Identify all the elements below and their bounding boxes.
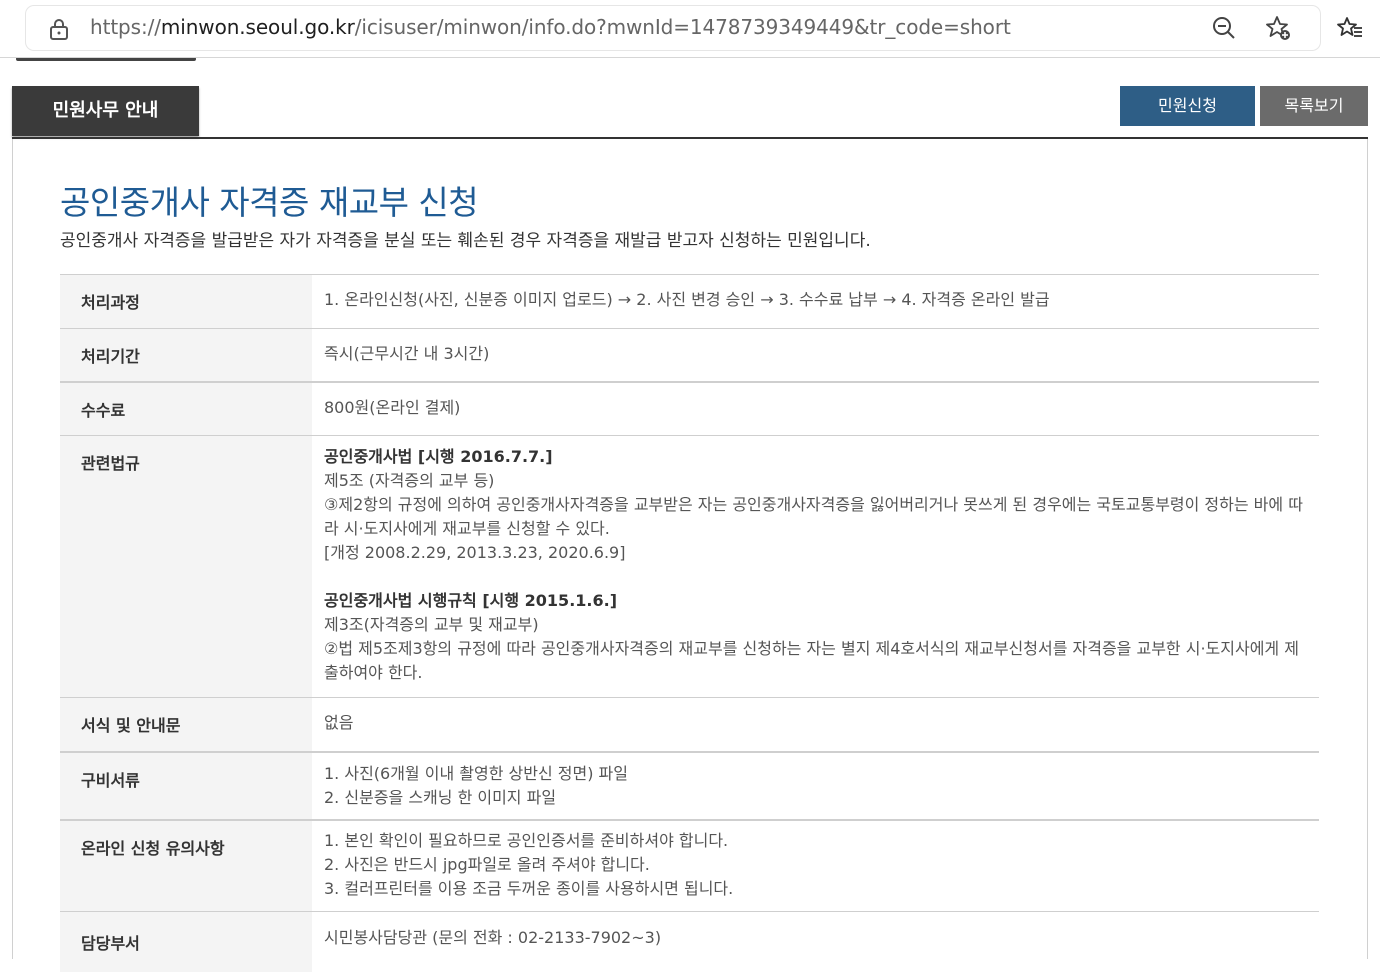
lock-icon — [50, 19, 68, 40]
url-text[interactable]: https://minwon.seoul.go.kr/icisuser/minw… — [90, 15, 1011, 39]
notes-item: 2. 사진은 반드시 jpg파일로 올려 주셔야 합니다. — [324, 855, 650, 874]
table-row: 처리기간 즉시(근무시간 내 3시간) — [60, 329, 1319, 383]
table-row: 처리과정 1. 온라인신청(사진, 신분증 이미지 업로드) → 2. 사진 변… — [60, 275, 1319, 329]
table-row: 담당부서 시민봉사담당관 (문의 전화 : 02-2133-7902~3) — [60, 912, 1319, 972]
browser-toolbar: https://minwon.seoul.go.kr/icisuser/minw… — [0, 0, 1380, 58]
law2-title: 공인중개사법 시행규칙 [시행 2015.1.6.] — [324, 591, 618, 610]
row-label-process: 처리과정 — [60, 275, 312, 328]
table-row: 관련법규 공인중개사법 [시행 2016.7.7.] 제5조 (자격증의 교부 … — [60, 436, 1319, 698]
page-title: 공인중개사 자격증 재교부 신청 — [60, 183, 479, 222]
forms-value: 없음 — [324, 713, 354, 732]
section-tab-title: 민원사무 안내 — [12, 86, 199, 136]
row-label-docs: 구비서류 — [60, 753, 312, 819]
apply-button[interactable]: 민원신청 — [1120, 86, 1255, 126]
notes-item: 3. 컬러프린터를 이용 조금 두꺼운 종이를 사용하시면 됩니다. — [324, 879, 734, 898]
law2-text: ②법 제5조제3항의 규정에 따라 공인중개사자격증의 재교부를 신청하는 자는… — [324, 639, 1299, 682]
period-value: 즉시(근무시간 내 3시간) — [324, 344, 490, 363]
process-value: 1. 온라인신청(사진, 신분증 이미지 업로드) → 2. 사진 변경 승인 … — [324, 290, 1050, 309]
list-button[interactable]: 목록보기 — [1260, 86, 1368, 126]
law1-amend: [개정 2008.2.29, 2013.3.23, 2020.6.9] — [324, 543, 626, 562]
table-row: 서식 및 안내문 없음 — [60, 698, 1319, 753]
clipped-heading — [16, 58, 206, 64]
table-row: 온라인 신청 유의사항 1. 본인 확인이 필요하므로 공인인증서를 준비하셔야… — [60, 821, 1319, 912]
row-label-law: 관련법규 — [60, 436, 312, 697]
add-favorite-icon[interactable] — [1264, 14, 1292, 42]
dept-value: 시민봉사담당관 (문의 전화 : 02-2133-7902~3) — [324, 928, 662, 947]
row-label-dept: 담당부서 — [60, 912, 312, 972]
table-row: 수수료 800원(온라인 결제) — [60, 383, 1319, 436]
law1-text: ③제2항의 규정에 의하여 공인중개사자격증을 교부받은 자는 공인중개사자격증… — [324, 495, 1303, 538]
law2-article: 제3조(자격증의 교부 및 재교부) — [324, 615, 539, 634]
law1-article: 제5조 (자격증의 교부 등) — [324, 471, 495, 490]
zoom-out-icon[interactable] — [1210, 14, 1238, 42]
row-label-fee: 수수료 — [60, 383, 312, 435]
docs-item: 1. 사진(6개월 이내 촬영한 상반신 정면) 파일 — [324, 764, 628, 783]
page-description: 공인중개사 자격증을 발급받은 자가 자격증을 분실 또는 훼손된 경우 자격증… — [60, 231, 871, 251]
docs-item: 2. 신분증을 스캐닝 한 이미지 파일 — [324, 788, 557, 807]
notes-item: 1. 본인 확인이 필요하므로 공인인증서를 준비하셔야 합니다. — [324, 831, 729, 850]
table-row: 구비서류 1. 사진(6개월 이내 촬영한 상반신 정면) 파일 2. 신분증을… — [60, 753, 1319, 821]
row-label-forms: 서식 및 안내문 — [60, 698, 312, 751]
info-table: 처리과정 1. 온라인신청(사진, 신분증 이미지 업로드) → 2. 사진 변… — [60, 274, 1319, 972]
row-label-period: 처리기간 — [60, 329, 312, 381]
favorites-icon[interactable] — [1336, 14, 1364, 42]
law1-title: 공인중개사법 [시행 2016.7.7.] — [324, 447, 553, 466]
fee-value: 800원(온라인 결제) — [324, 398, 461, 417]
row-label-notes: 온라인 신청 유의사항 — [60, 821, 312, 911]
